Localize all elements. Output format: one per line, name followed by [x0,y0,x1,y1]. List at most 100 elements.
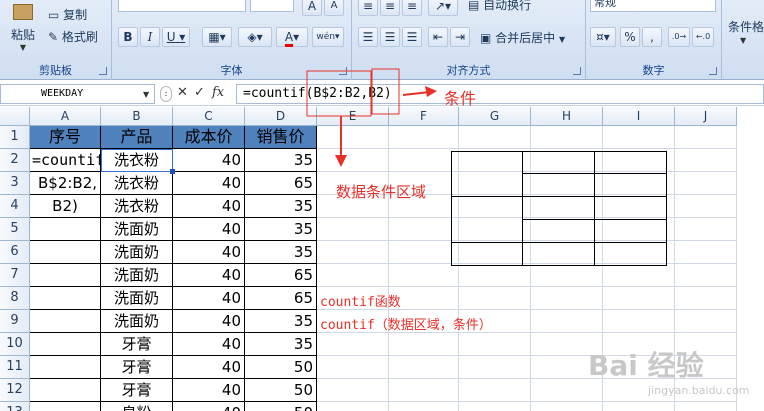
row-header-1[interactable]: 1 [0,126,30,149]
cell-c5[interactable]: 40 [173,218,245,241]
row-header-4[interactable]: 4 [0,195,30,218]
cell-j8[interactable] [675,287,737,310]
cell-g7[interactable] [459,264,531,287]
paste-button[interactable]: 粘贴 ▼ [6,4,40,56]
cell-h1[interactable] [531,126,603,149]
cell-c12[interactable]: 40 [173,379,245,402]
cell-i6[interactable] [603,241,675,264]
cell-g11[interactable] [459,356,531,379]
cell-g5[interactable] [459,218,531,241]
copy-button[interactable]: ▭ 复制 [48,6,87,23]
align-left-button[interactable]: ☰ [358,27,378,47]
borders-button[interactable]: ▦▾ [202,27,232,47]
align-right-button[interactable]: ☰ [402,27,422,47]
cell-g1[interactable] [459,126,531,149]
cell-j1[interactable] [675,126,737,149]
align-center-button[interactable]: ☰ [380,27,400,47]
cell-c7[interactable]: 40 [173,264,245,287]
cell-a9[interactable] [30,310,101,333]
cell-e1[interactable] [317,126,389,149]
cell-a8[interactable] [30,287,101,310]
cell-d12[interactable]: 50 [245,379,317,402]
underline-button[interactable]: U ▾ [162,27,190,47]
cell-b13[interactable]: 皂粉 [101,402,173,411]
clipboard-launcher-icon[interactable] [99,67,107,75]
cell-i4[interactable] [603,195,675,218]
font-name-combo[interactable] [118,0,246,12]
cell-f2[interactable] [389,149,459,172]
cell-c10[interactable]: 40 [173,333,245,356]
cell-b11[interactable]: 牙膏 [101,356,173,379]
cell-j5[interactable] [675,218,737,241]
cell-h2[interactable] [531,149,603,172]
decrease-indent-button[interactable]: ⇤ [428,27,448,47]
cell-a3[interactable]: B$2:B2, [30,172,101,195]
cell-i5[interactable] [603,218,675,241]
cell-d10[interactable]: 35 [245,333,317,356]
cell-f1[interactable] [389,126,459,149]
cell-g4[interactable] [459,195,531,218]
cell-e13[interactable] [317,402,389,411]
cell-i9[interactable] [603,310,675,333]
cancel-icon[interactable]: ✕ [177,85,188,100]
column-header-e[interactable]: E [317,107,389,126]
cell-b4[interactable]: 洗衣粉 [101,195,173,218]
column-header-i[interactable]: I [603,107,675,126]
cell-c11[interactable]: 40 [173,356,245,379]
cell-d2[interactable]: 35 [245,149,317,172]
row-header-13[interactable]: 13 [0,402,30,411]
row-header-12[interactable]: 12 [0,379,30,402]
row-header-6[interactable]: 6 [0,241,30,264]
cell-d11[interactable]: 50 [245,356,317,379]
cell-g3[interactable] [459,172,531,195]
cell-a12[interactable] [30,379,101,402]
cell-h5[interactable] [531,218,603,241]
enter-icon[interactable]: ✓ [194,85,205,100]
cell-h6[interactable] [531,241,603,264]
font-launcher-icon[interactable] [339,67,347,75]
cell-i7[interactable] [603,264,675,287]
insert-function-icon[interactable]: fx [212,85,224,100]
cell-j9[interactable] [675,310,737,333]
cell-a7[interactable] [30,264,101,287]
cell-a5[interactable] [30,218,101,241]
orientation-button[interactable]: ↗▾ [428,0,458,16]
increase-indent-button[interactable]: ⇥ [450,27,470,47]
cell-a13[interactable] [30,402,101,411]
column-header-g[interactable]: G [459,107,531,126]
cell-j2[interactable] [675,149,737,172]
cell-e12[interactable] [317,379,389,402]
cell-b10[interactable]: 牙膏 [101,333,173,356]
row-header-9[interactable]: 9 [0,310,30,333]
row-header-7[interactable]: 7 [0,264,30,287]
cell-b2[interactable]: 洗衣粉 [101,149,173,172]
cell-d6[interactable]: 35 [245,241,317,264]
cell-j4[interactable] [675,195,737,218]
cell-f5[interactable] [389,218,459,241]
cell-i3[interactable] [603,172,675,195]
increase-decimal-button[interactable]: .0→ [668,27,690,47]
cell-h9[interactable] [531,310,603,333]
cell-f13[interactable] [389,402,459,411]
cell-b6[interactable]: 洗面奶 [101,241,173,264]
cell-c3[interactable]: 40 [173,172,245,195]
cell-c2[interactable]: 40 [173,149,245,172]
cell-g12[interactable] [459,379,531,402]
cell-a6[interactable] [30,241,101,264]
font-color-button[interactable]: A▾ [276,27,308,47]
cell-i1[interactable] [603,126,675,149]
cell-f11[interactable] [389,356,459,379]
cell-e5[interactable] [317,218,389,241]
formula-bar-options-icon[interactable]: : [160,86,172,102]
cell-a10[interactable] [30,333,101,356]
cell-c6[interactable]: 40 [173,241,245,264]
fill-color-button[interactable]: ◈▾ [238,27,272,47]
row-header-11[interactable]: 11 [0,356,30,379]
cell-h13[interactable] [531,402,603,411]
cell-e10[interactable] [317,333,389,356]
cell-g2[interactable] [459,149,531,172]
cell-e6[interactable] [317,241,389,264]
conditional-format-button[interactable]: 条件格式 [728,18,764,35]
row-header-3[interactable]: 3 [0,172,30,195]
column-header-h[interactable]: H [531,107,603,126]
